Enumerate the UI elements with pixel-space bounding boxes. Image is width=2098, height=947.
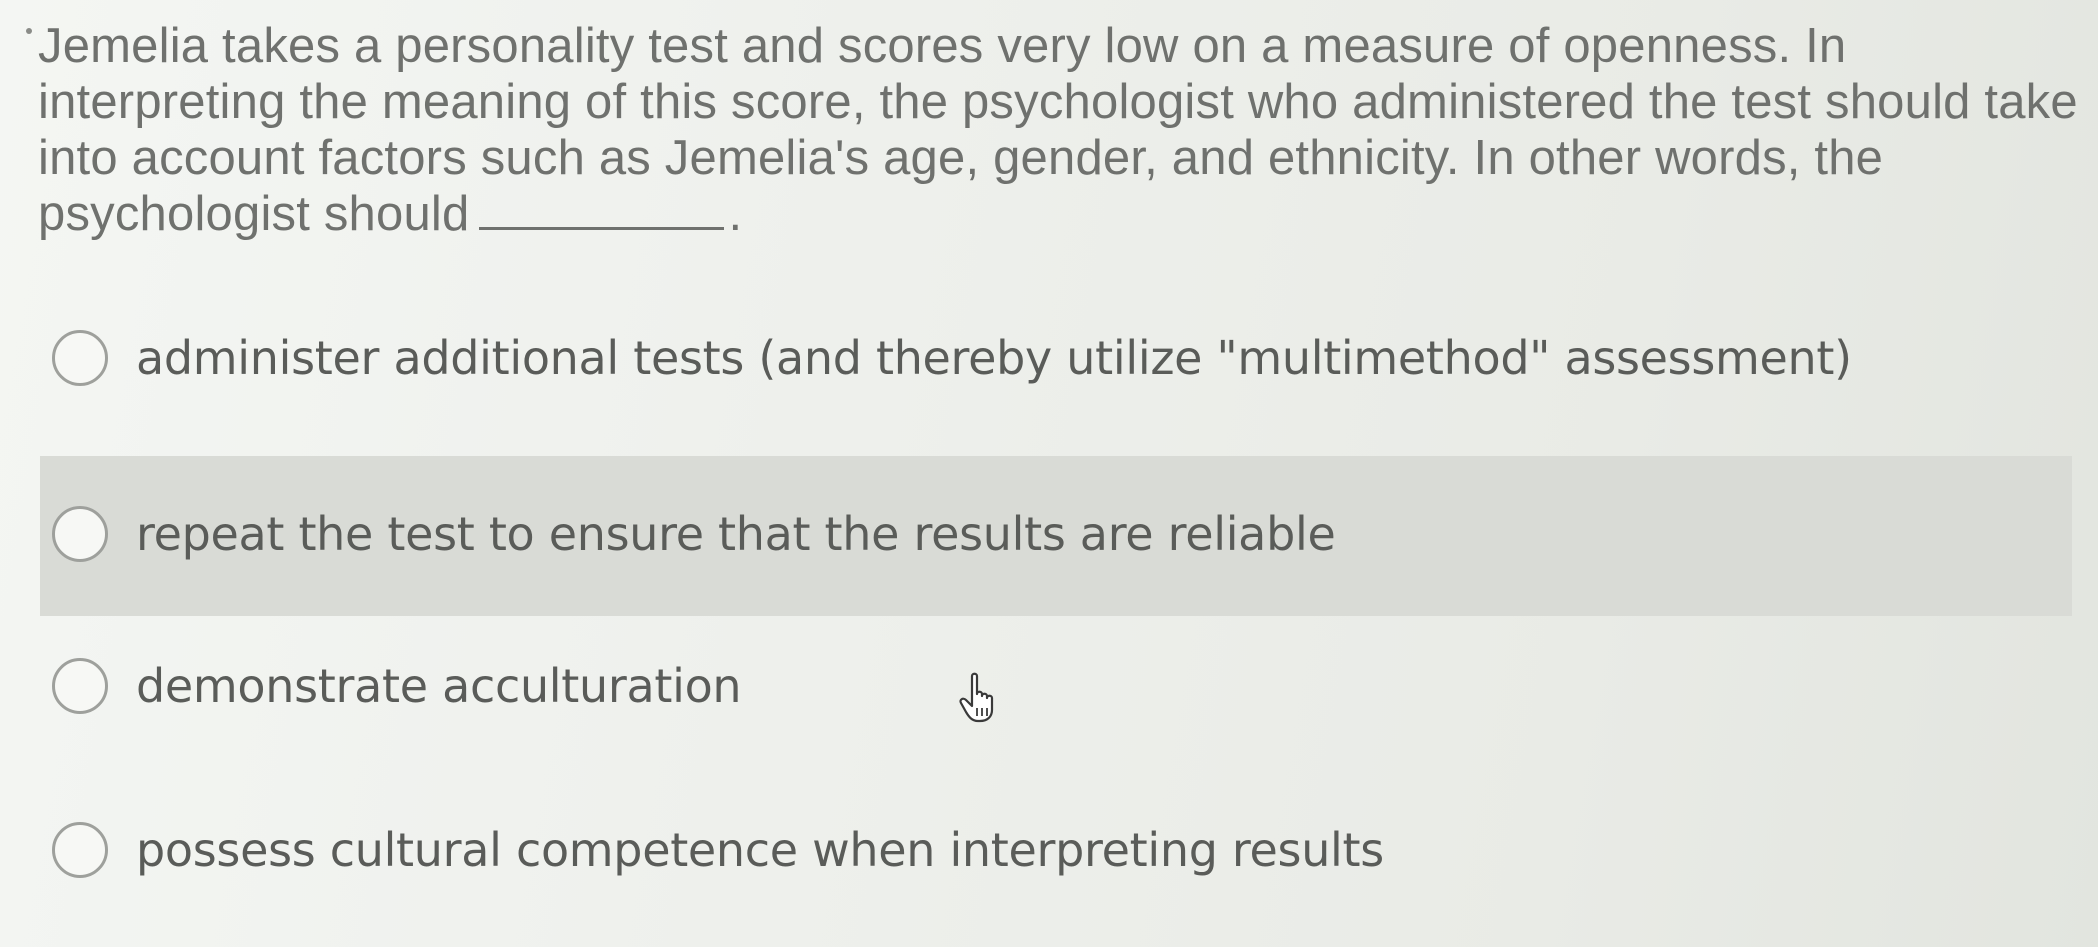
answer-option-1-label: administer additional tests (and thereby…: [136, 330, 1852, 385]
answer-option-2-label: repeat the test to ensure that the resul…: [136, 506, 1336, 561]
answer-blank: [479, 187, 725, 230]
answer-option-4-label: possess cultural competence when interpr…: [136, 822, 1384, 877]
question-prompt: Jemelia takes a personality test and sco…: [38, 18, 2078, 242]
hand-pointer-icon: [959, 672, 994, 723]
radio-button-option-4[interactable]: [52, 822, 108, 878]
answer-option-4[interactable]: possess cultural competence when interpr…: [40, 772, 2072, 932]
radio-button-option-1[interactable]: [52, 330, 108, 386]
answer-option-3[interactable]: demonstrate acculturation: [40, 608, 2072, 768]
answer-option-2[interactable]: repeat the test to ensure that the resul…: [40, 456, 2072, 616]
radio-button-option-2[interactable]: [52, 506, 108, 562]
answer-option-3-label: demonstrate acculturation: [136, 658, 742, 713]
required-marker: [26, 28, 32, 34]
radio-button-option-3[interactable]: [52, 658, 108, 714]
answer-option-1[interactable]: administer additional tests (and thereby…: [40, 280, 2072, 440]
question-ending: .: [728, 187, 743, 241]
question-text: Jemelia takes a personality test and sco…: [38, 19, 2078, 241]
